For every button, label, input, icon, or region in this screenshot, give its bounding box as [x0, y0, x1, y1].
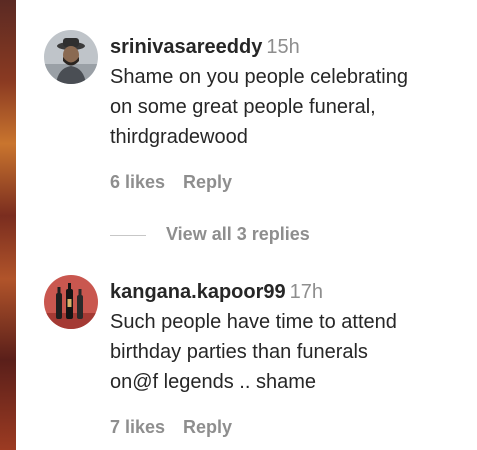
- profile-photo-icon: [44, 275, 98, 329]
- comment-timestamp[interactable]: 15h: [266, 36, 299, 58]
- comments-panel: srinivasareeddy 15h Shame on you people c…: [0, 0, 477, 450]
- divider-line: [110, 234, 146, 236]
- comment-actions: 7 likes Reply: [110, 415, 470, 439]
- avatar[interactable]: [44, 30, 98, 84]
- comment-timestamp[interactable]: 17h: [290, 281, 323, 303]
- avatar[interactable]: [44, 275, 98, 329]
- comment-text: Such people have time to attend birthday…: [110, 311, 397, 393]
- view-replies-label: View all 3 replies: [166, 224, 310, 244]
- profile-photo-icon: [44, 30, 98, 84]
- reply-button[interactable]: Reply: [183, 172, 232, 192]
- comment-actions: 6 likes Reply: [110, 170, 470, 194]
- username-link[interactable]: kangana.kapoor99: [110, 281, 286, 303]
- comment-text: Shame on you people celebrating on some …: [110, 66, 408, 148]
- username-link[interactable]: srinivasareeddy: [110, 36, 262, 58]
- reply-button[interactable]: Reply: [183, 417, 232, 437]
- view-replies-button[interactable]: View all 3 replies: [110, 222, 310, 246]
- background-photo-edge: [0, 0, 16, 450]
- likes-count-button[interactable]: 6 likes: [110, 172, 165, 192]
- likes-count-button[interactable]: 7 likes: [110, 417, 165, 437]
